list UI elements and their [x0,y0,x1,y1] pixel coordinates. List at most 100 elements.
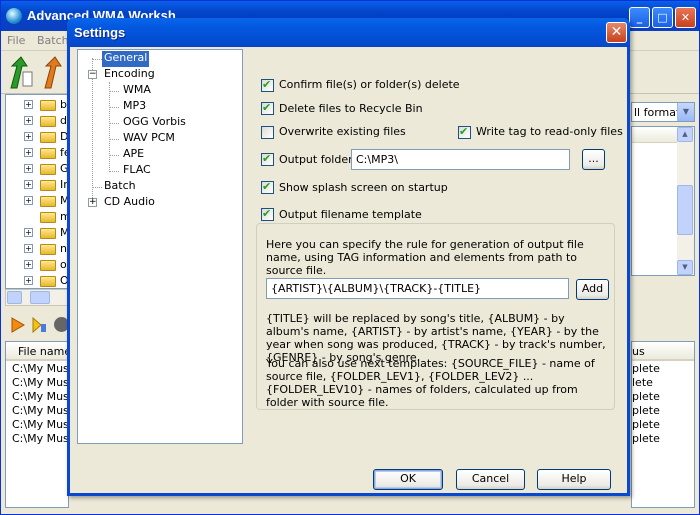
tree-hscrollbar[interactable] [5,289,69,306]
folder-icon [40,116,56,127]
encode-mp3-icon[interactable] [41,56,67,90]
chevron-down-icon[interactable]: ▼ [677,103,694,121]
tree-row[interactable]: +My [6,225,74,241]
nav-item-wma[interactable]: WMA [121,83,153,99]
folder-icon [40,276,56,287]
list-item[interactable]: C:\My Music [12,390,70,404]
nav-item-wav-pcm[interactable]: WAV PCM [121,131,177,147]
list-item[interactable]: C:\My Music [12,432,70,446]
menu-batch[interactable]: Batch [37,34,69,47]
app-icon [6,8,22,24]
menu-file[interactable]: File [7,34,25,47]
scroll-down-icon[interactable]: ▼ [677,260,693,275]
write-tag-label: Write tag to read-only files [476,125,623,138]
splash-screen-checkbox[interactable] [261,180,274,194]
splash-screen-label: Show splash screen on startup [279,181,448,194]
output-folder-input[interactable]: C:\MP3\ [351,149,570,170]
settings-nav-tree[interactable]: General − Encoding WMA MP3 OGG Vorbis WA… [77,49,243,444]
folder-icon [40,148,56,159]
browse-folder-button[interactable]: ... [582,149,605,170]
list-item[interactable]: C:\My Music [12,418,70,432]
tree-row[interactable]: +OX [6,273,74,289]
dialog-title: Settings [74,25,126,40]
list-item[interactable]: C:\My Music [12,362,70,376]
file-list[interactable]: File name C:\My Music C:\My Music C:\My … [5,341,71,508]
template-intro-text: Here you can specify the rule for genera… [266,238,584,277]
expand-icon[interactable]: + [88,198,97,207]
play-icon[interactable] [11,317,25,333]
tree-row[interactable]: mu [6,209,74,225]
main-close-button[interactable]: ✕ [675,7,696,28]
folder-tree[interactable]: +ba +dis +Do +fe +Gr +Int +MP mu +My +ne… [5,94,74,289]
confirm-delete-checkbox[interactable] [261,78,274,92]
nav-item-ape[interactable]: APE [121,147,146,163]
column-header-status[interactable]: us [632,342,694,361]
minimize-button[interactable]: _ [629,7,650,28]
folder-icon [40,228,56,239]
list-item[interactable]: C:\My Music [12,376,70,390]
cancel-button[interactable]: Cancel [456,469,525,490]
folder-icon [40,196,56,207]
maximize-button[interactable]: □ [652,7,673,28]
format-filter-select[interactable]: ll formats ▼ [631,102,695,122]
write-tag-checkbox[interactable] [458,125,471,139]
scroll-thumb[interactable] [677,185,693,235]
scroll-left-icon[interactable] [7,291,22,304]
status-list[interactable]: us plete lete plete plete plete plete [631,341,695,508]
right-panel: ll formats ▼ ▲ ▼ us plete lete plete ple… [631,94,697,508]
nav-item-general[interactable]: General [102,51,150,67]
list-item[interactable]: plete [632,432,660,446]
dialog-title-bar: Settings ✕ [67,18,630,47]
tree-row[interactable]: + fe [6,145,71,161]
folder-icon [40,180,56,191]
tree-row[interactable]: +Do [6,129,74,145]
template-input[interactable]: {ARTIST}\{ALBUM}\{TRACK}-{TITLE} [266,278,569,299]
dialog-close-button[interactable]: ✕ [606,22,627,43]
folder-icon [40,212,56,223]
tree-row[interactable]: +Gr [6,161,73,177]
folder-icon [40,260,56,271]
nav-item-flac[interactable]: FLAC [121,163,153,179]
list-toolbar [5,312,69,338]
tree-row[interactable]: +dis [6,113,74,129]
nav-item-cd-audio[interactable]: CD Audio [102,195,157,211]
folder-icon [40,132,56,143]
nav-item-ogg-vorbis[interactable]: OGG Vorbis [121,115,188,131]
folder-icon [40,100,56,111]
tree-row[interactable]: +MP [6,193,74,209]
add-files-icon[interactable] [31,316,47,334]
output-folder-label: Output folder : [279,153,360,166]
list-item[interactable]: lete [632,376,653,390]
tree-row[interactable]: +ba [6,97,74,113]
format-list-vscrollbar[interactable]: ▲ ▼ [677,127,694,275]
list-item[interactable]: plete [632,418,660,432]
scroll-thumb[interactable] [30,291,50,304]
template-checkbox[interactable] [261,207,274,221]
recycle-bin-checkbox[interactable] [261,101,274,115]
list-item[interactable]: plete [632,390,660,404]
overwrite-label: Overwrite existing files [279,125,406,138]
list-item[interactable]: C:\My Music [12,404,70,418]
help-button[interactable]: Help [537,469,611,490]
confirm-delete-label: Confirm file(s) or folder(s) delete [279,78,460,91]
collapse-icon[interactable]: − [88,70,97,79]
scroll-up-icon[interactable]: ▲ [677,127,693,142]
output-folder-checkbox[interactable] [261,152,274,166]
encode-wma-icon[interactable] [7,56,33,90]
ok-button[interactable]: OK [373,469,443,490]
tree-row[interactable]: +ne [6,241,74,257]
list-item[interactable]: plete [632,362,660,376]
format-list[interactable]: ▲ ▼ [631,126,695,276]
folder-icon [40,164,56,175]
add-template-button[interactable]: Add [576,279,609,300]
template-help-text-2: You can also use next templates: {SOURCE… [266,357,595,409]
tree-row[interactable]: +Int [6,177,74,193]
list-item[interactable]: plete [632,404,660,418]
column-header-filename[interactable]: File name [6,342,71,361]
nav-item-encoding[interactable]: Encoding [102,67,157,83]
tree-row[interactable]: +ora [6,257,74,273]
nav-item-batch[interactable]: Batch [102,179,138,195]
overwrite-checkbox[interactable] [261,126,274,139]
nav-item-mp3[interactable]: MP3 [121,99,148,115]
settings-dialog: Settings ✕ General − Encoding WMA MP3 OG… [67,18,630,496]
